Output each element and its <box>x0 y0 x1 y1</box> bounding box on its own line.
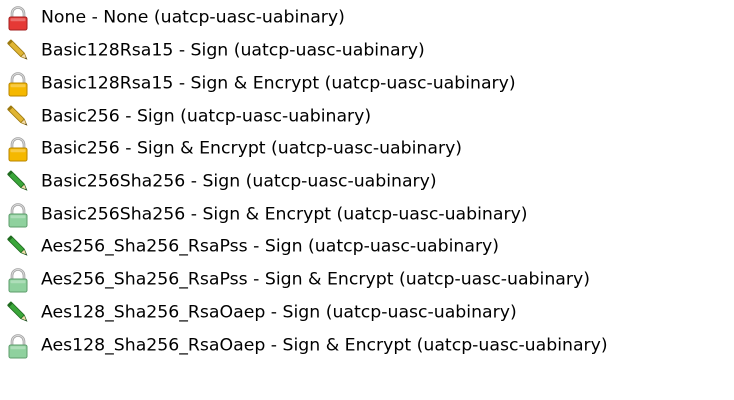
endpoint-item[interactable]: None - None (uatcp-uasc-uabinary) <box>0 0 734 35</box>
green-lock-icon <box>3 265 33 295</box>
endpoint-label: None - None (uatcp-uasc-uabinary) <box>41 7 345 28</box>
endpoint-item[interactable]: Basic128Rsa15 - Sign (uatcp-uasc-uabinar… <box>0 35 734 68</box>
endpoint-label: Aes128_Sha256_RsaOaep - Sign (uatcp-uasc… <box>41 302 517 323</box>
yellow-pencil-icon <box>3 102 33 132</box>
endpoint-label: Basic128Rsa15 - Sign & Encrypt (uatcp-ua… <box>41 73 516 94</box>
endpoint-item[interactable]: Aes128_Sha256_RsaOaep - Sign & Encrypt (… <box>0 329 734 362</box>
green-pencil-icon <box>3 167 33 197</box>
endpoint-item[interactable]: Basic256 - Sign & Encrypt (uatcp-uasc-ua… <box>0 133 734 166</box>
endpoint-label: Basic128Rsa15 - Sign (uatcp-uasc-uabinar… <box>41 40 425 61</box>
yellow-pencil-icon <box>3 36 33 66</box>
endpoint-item[interactable]: Basic256Sha256 - Sign & Encrypt (uatcp-u… <box>0 198 734 231</box>
green-lock-icon <box>3 200 33 230</box>
red-lock-icon <box>3 3 33 33</box>
endpoint-label: Aes256_Sha256_RsaPss - Sign & Encrypt (u… <box>41 269 590 290</box>
green-pencil-icon <box>3 232 33 262</box>
yellow-lock-icon <box>3 134 33 164</box>
endpoint-item[interactable]: Basic256Sha256 - Sign (uatcp-uasc-uabina… <box>0 166 734 199</box>
endpoint-item[interactable]: Aes128_Sha256_RsaOaep - Sign (uatcp-uasc… <box>0 297 734 330</box>
endpoint-label: Basic256 - Sign (uatcp-uasc-uabinary) <box>41 106 372 127</box>
endpoint-item[interactable]: Basic256 - Sign (uatcp-uasc-uabinary) <box>0 100 734 133</box>
endpoint-item[interactable]: Basic128Rsa15 - Sign & Encrypt (uatcp-ua… <box>0 68 734 101</box>
endpoint-label: Basic256Sha256 - Sign (uatcp-uasc-uabina… <box>41 171 437 192</box>
green-pencil-icon <box>3 298 33 328</box>
endpoint-label: Aes128_Sha256_RsaOaep - Sign & Encrypt (… <box>41 335 608 356</box>
endpoint-item[interactable]: Aes256_Sha256_RsaPss - Sign (uatcp-uasc-… <box>0 231 734 264</box>
security-endpoint-list: None - None (uatcp-uasc-uabinary) Basic12… <box>0 0 734 362</box>
green-lock-icon <box>3 331 33 361</box>
endpoint-label: Basic256Sha256 - Sign & Encrypt (uatcp-u… <box>41 204 528 225</box>
endpoint-item[interactable]: Aes256_Sha256_RsaPss - Sign & Encrypt (u… <box>0 264 734 297</box>
yellow-lock-icon <box>3 69 33 99</box>
endpoint-label: Basic256 - Sign & Encrypt (uatcp-uasc-ua… <box>41 139 463 160</box>
endpoint-label: Aes256_Sha256_RsaPss - Sign (uatcp-uasc-… <box>41 237 500 258</box>
